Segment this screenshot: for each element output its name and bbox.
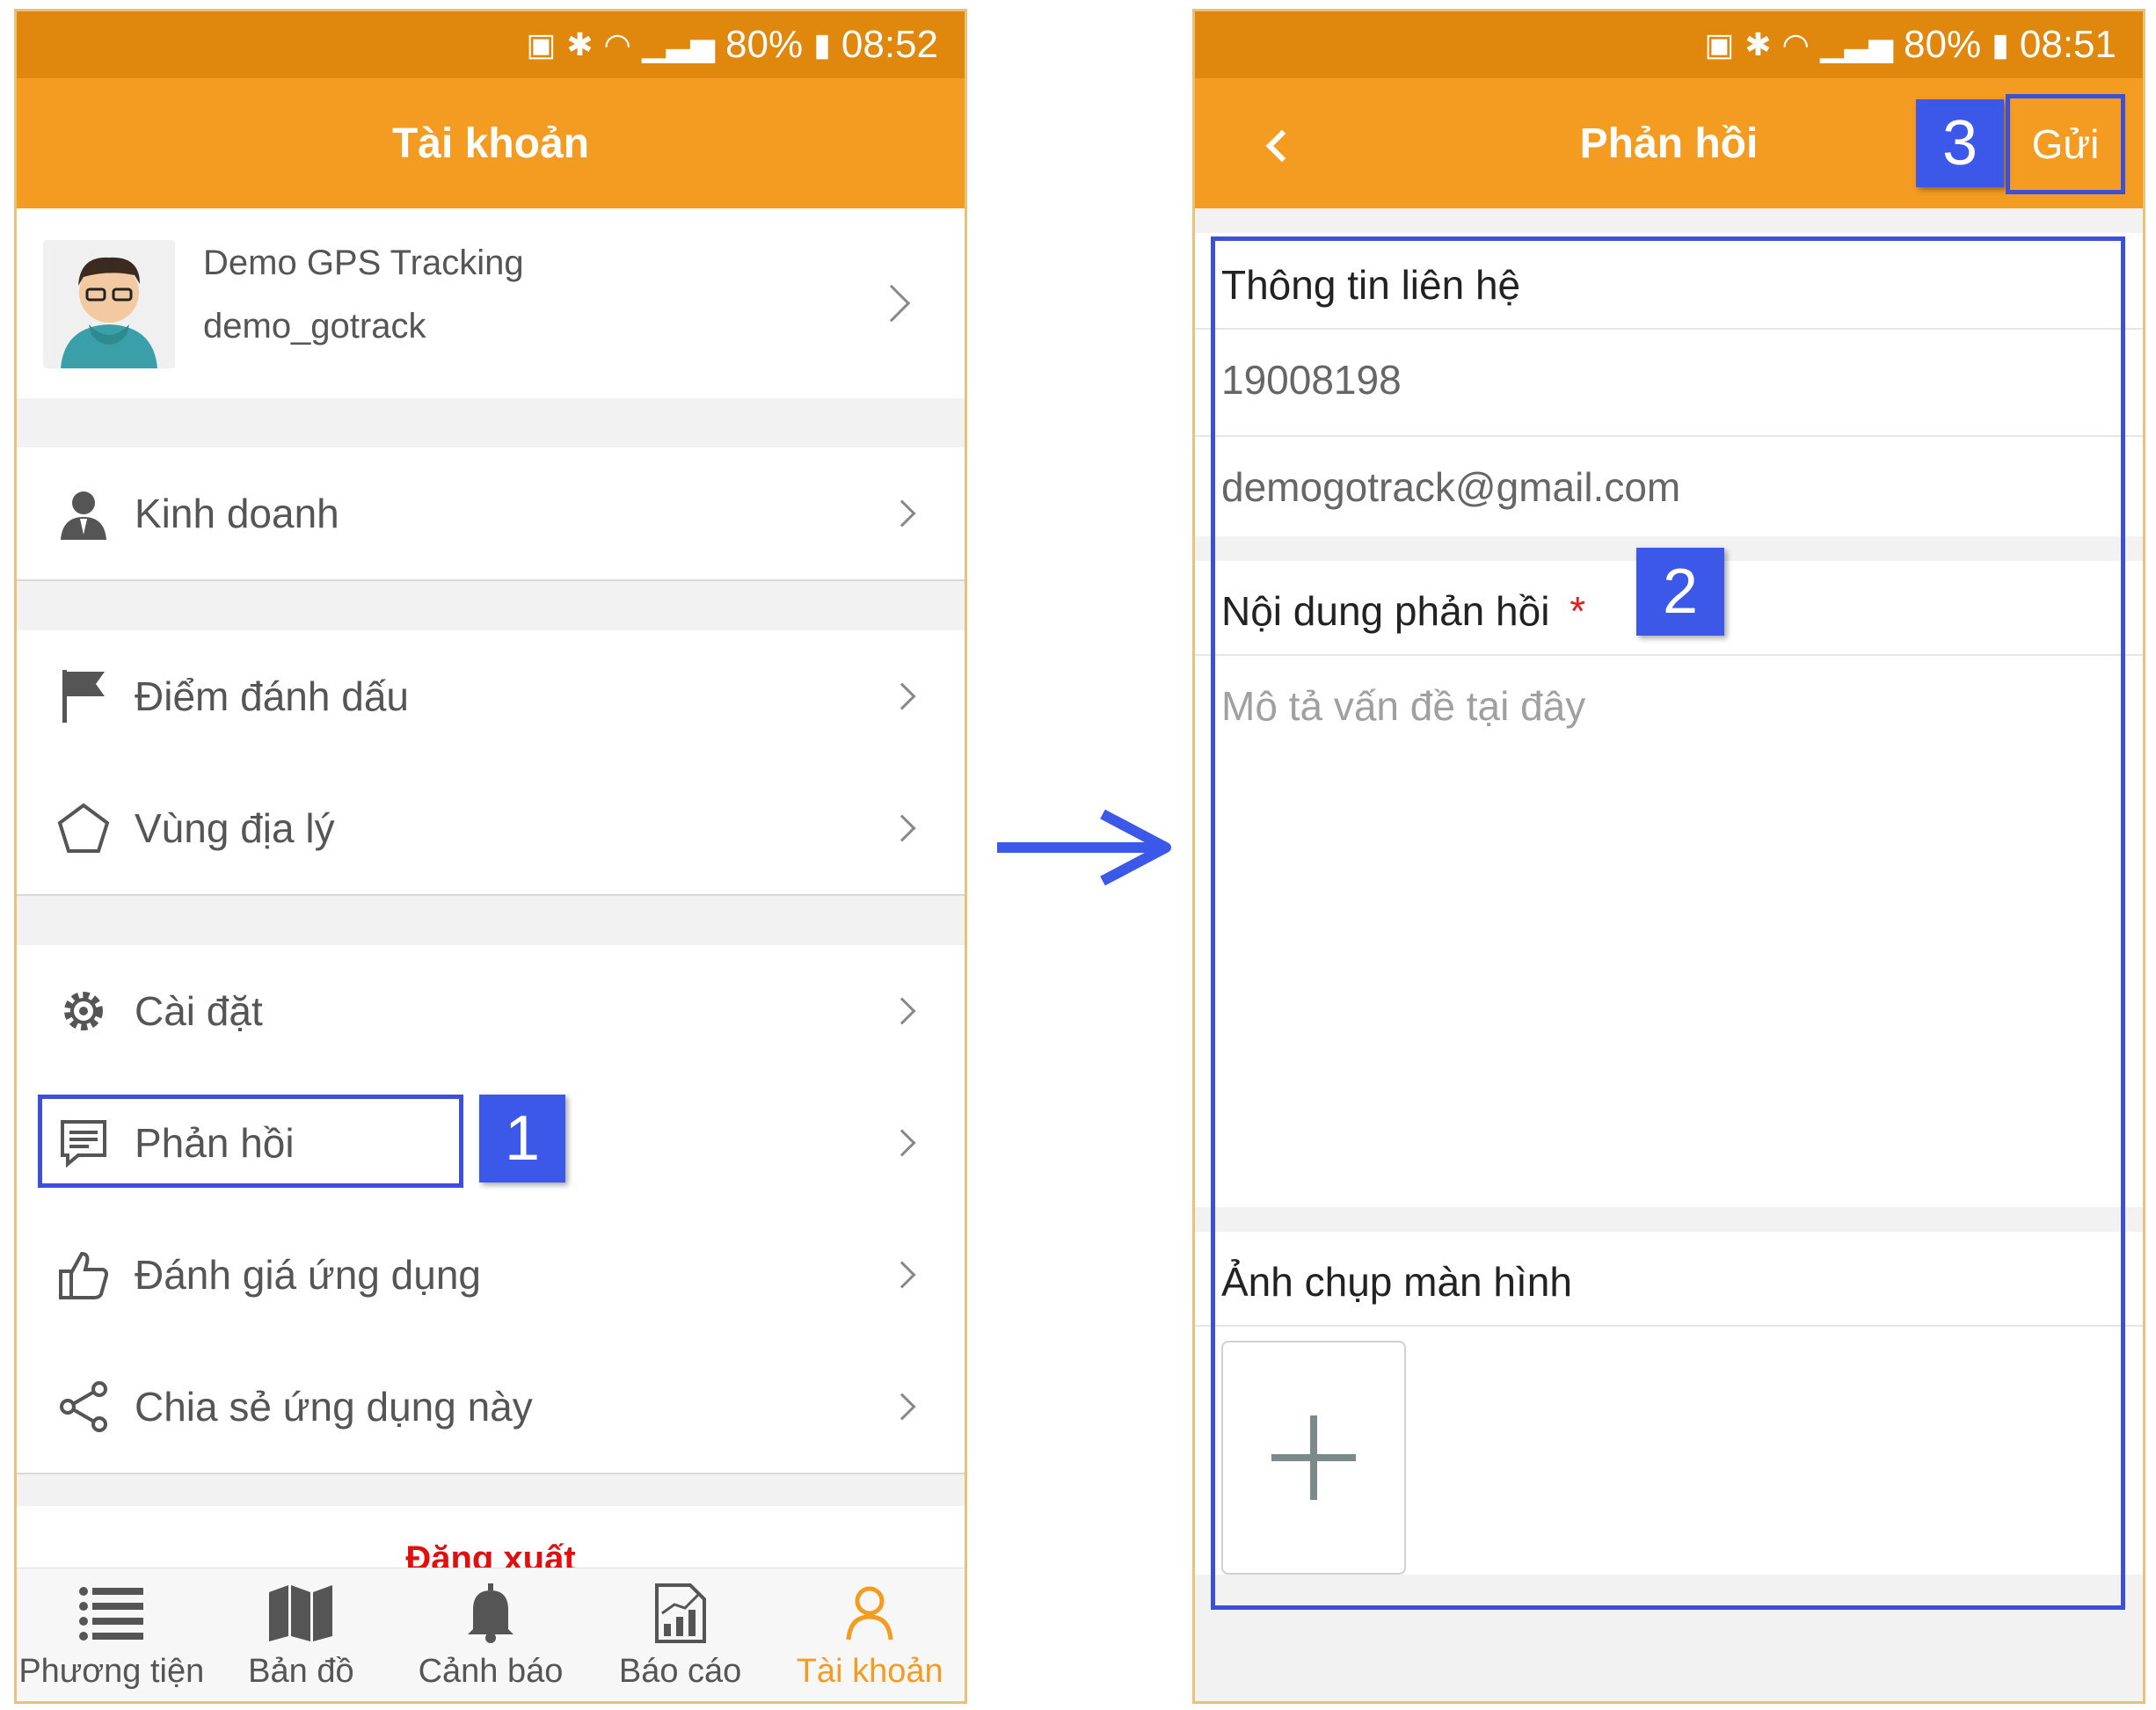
bluetooth-icon: ✱ — [566, 26, 594, 62]
status-bar: ▣ ✱ ◠ ▁▃▅ 80% ▮ 08:52 — [17, 11, 965, 78]
share-icon — [55, 1379, 112, 1435]
menu-label-geofence: Vùng địa lý — [135, 805, 335, 851]
profile-username: demo_gotrack — [203, 307, 426, 346]
annotation-box-form — [1211, 236, 2125, 1610]
divider — [17, 1473, 965, 1474]
tab-label: Phương tiện — [18, 1653, 205, 1690]
bluetooth-icon: ✱ — [1744, 26, 1772, 62]
list-icon — [78, 1574, 145, 1653]
menu-item-geofence[interactable]: Vùng địa lý — [17, 762, 965, 894]
chevron-right-icon — [888, 499, 916, 528]
polygon-icon — [55, 800, 112, 856]
chevron-right-icon — [888, 1129, 916, 1157]
menu-item-settings[interactable]: Cài đặt — [17, 945, 965, 1077]
tab-label: Tài khoản — [796, 1653, 943, 1690]
status-bar: ▣ ✱ ◠ ▁▃▅ 80% ▮ 08:51 — [1195, 11, 2143, 78]
tab-label: Báo cáo — [618, 1653, 742, 1690]
chevron-right-icon — [888, 1261, 916, 1289]
tab-vehicles[interactable]: Phương tiện — [17, 1568, 207, 1701]
chevron-right-icon — [888, 1393, 916, 1421]
battery-percent: 80% — [725, 23, 804, 66]
tab-reports[interactable]: Báo cáo — [586, 1568, 776, 1701]
menu-item-markers[interactable]: Điểm đánh dấu — [17, 630, 965, 762]
bell-icon — [464, 1574, 517, 1653]
feedback-screen: ▣ ✱ ◠ ▁▃▅ 80% ▮ 08:51 Phản hồi 3 Gửi Thô… — [1192, 9, 2145, 1704]
tab-map[interactable]: Bản đồ — [207, 1568, 397, 1701]
menu-item-share[interactable]: Chia sẻ ứng dụng này — [17, 1341, 965, 1473]
annotation-box-feedback — [38, 1095, 463, 1188]
chevron-right-icon — [888, 682, 916, 710]
chevron-right-icon — [888, 814, 916, 842]
profile-row[interactable]: Demo GPS Tracking demo_gotrack — [17, 208, 965, 398]
battery-percent: 80% — [1904, 23, 1982, 66]
tab-label: Bản đồ — [248, 1653, 354, 1690]
person-icon — [55, 485, 112, 542]
battery-icon: ▮ — [1992, 26, 2009, 62]
account-icon — [845, 1574, 894, 1653]
logout-row[interactable]: Đăng xuất — [17, 1506, 965, 1578]
divider — [17, 579, 965, 581]
clock: 08:52 — [841, 23, 938, 66]
signal-icon: ▁▃▅ — [641, 26, 715, 62]
profile-name: Demo GPS Tracking — [203, 244, 524, 282]
clock: 08:51 — [2019, 23, 2116, 66]
gear-icon — [55, 983, 112, 1039]
divider — [17, 894, 965, 896]
thumbs-up-icon — [55, 1247, 112, 1303]
map-icon — [267, 1574, 334, 1653]
account-screen: ▣ ✱ ◠ ▁▃▅ 80% ▮ 08:52 Tài khoản Demo GPS… — [14, 9, 967, 1704]
battery-saver-icon: ▣ — [526, 26, 557, 62]
menu-label-markers: Điểm đánh dấu — [135, 673, 409, 719]
page-title: Tài khoản — [17, 78, 965, 208]
bottom-tab-bar: Phương tiện Bản đồ Cảnh báo Báo cáo Tài … — [17, 1568, 965, 1701]
flag-icon — [55, 668, 112, 724]
step-badge-3: 3 — [1916, 99, 2004, 187]
menu-label-share: Chia sẻ ứng dụng này — [135, 1384, 533, 1430]
avatar — [43, 240, 175, 368]
menu-label-business: Kinh doanh — [135, 491, 339, 536]
arrow-right-icon — [997, 809, 1171, 886]
menu-label-rate: Đánh giá ứng dụng — [135, 1252, 481, 1298]
menu-item-business[interactable]: Kinh doanh — [17, 448, 965, 579]
tab-account[interactable]: Tài khoản — [775, 1568, 965, 1701]
send-button[interactable]: Gửi — [2006, 94, 2125, 194]
tab-label: Cảnh báo — [418, 1653, 564, 1690]
report-icon — [652, 1574, 710, 1653]
wifi-icon: ◠ — [603, 26, 631, 62]
wifi-icon: ◠ — [1781, 26, 1810, 62]
step-badge-1: 1 — [479, 1095, 565, 1182]
signal-icon: ▁▃▅ — [1819, 26, 1893, 62]
menu-label-settings: Cài đặt — [135, 988, 263, 1034]
battery-saver-icon: ▣ — [1704, 26, 1735, 62]
menu-item-rate[interactable]: Đánh giá ứng dụng — [17, 1209, 965, 1341]
battery-icon: ▮ — [813, 26, 831, 62]
chevron-right-icon — [872, 284, 911, 323]
tab-alerts[interactable]: Cảnh báo — [396, 1568, 586, 1701]
chevron-right-icon — [888, 997, 916, 1025]
